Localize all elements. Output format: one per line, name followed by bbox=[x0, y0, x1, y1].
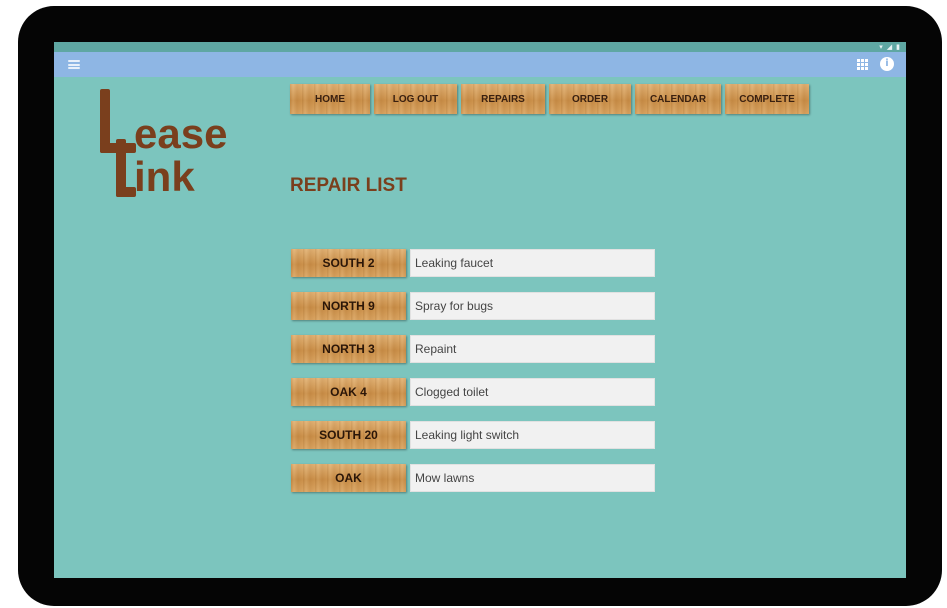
repair-issue-field[interactable]: Leaking faucet bbox=[410, 249, 655, 277]
app-grid-icon[interactable] bbox=[857, 59, 868, 70]
system-status-bar: ▾ ◢ ▮ bbox=[54, 42, 906, 52]
top-navigation: HOME LOG OUT REPAIRS ORDER CALENDAR COMP… bbox=[290, 84, 809, 114]
unit-button[interactable]: SOUTH 20 bbox=[291, 421, 406, 449]
repair-row: SOUTH 20 Leaking light switch bbox=[291, 421, 657, 449]
repair-row: SOUTH 2 Leaking faucet bbox=[291, 249, 657, 277]
nav-repairs-button[interactable]: REPAIRS bbox=[461, 84, 545, 114]
repair-row: OAK 4 Clogged toilet bbox=[291, 378, 657, 406]
unit-button[interactable]: SOUTH 2 bbox=[291, 249, 406, 277]
lease-link-logo: ease ink bbox=[94, 89, 254, 199]
repair-issue-field[interactable]: Clogged toilet bbox=[410, 378, 655, 406]
nav-order-button[interactable]: ORDER bbox=[549, 84, 631, 114]
nav-log-out-button[interactable]: LOG OUT bbox=[374, 84, 457, 114]
unit-button[interactable]: OAK bbox=[291, 464, 406, 492]
repair-row: OAK Mow lawns bbox=[291, 464, 657, 492]
wifi-icon: ▾ bbox=[879, 43, 883, 51]
info-icon[interactable]: i bbox=[880, 57, 894, 71]
repair-list: SOUTH 2 Leaking faucet NORTH 9 Spray for… bbox=[291, 249, 657, 507]
unit-button[interactable]: NORTH 9 bbox=[291, 292, 406, 320]
unit-button[interactable]: OAK 4 bbox=[291, 378, 406, 406]
page-title: REPAIR LIST bbox=[290, 175, 407, 196]
status-icons: ▾ ◢ ▮ bbox=[879, 42, 900, 52]
logo-text-ease: ease bbox=[134, 110, 228, 157]
repair-issue-field[interactable]: Spray for bugs bbox=[410, 292, 655, 320]
battery-icon: ▮ bbox=[896, 43, 900, 51]
nav-home-button[interactable]: HOME bbox=[290, 84, 370, 114]
action-bar: i bbox=[54, 52, 906, 77]
logo-text-ink: ink bbox=[134, 153, 195, 200]
hamburger-menu-icon[interactable] bbox=[68, 60, 80, 69]
nav-calendar-button[interactable]: CALENDAR bbox=[635, 84, 721, 114]
unit-button[interactable]: NORTH 3 bbox=[291, 335, 406, 363]
repair-issue-field[interactable]: Repaint bbox=[410, 335, 655, 363]
signal-icon: ◢ bbox=[886, 43, 893, 51]
repair-row: NORTH 3 Repaint bbox=[291, 335, 657, 363]
repair-issue-field[interactable]: Mow lawns bbox=[410, 464, 655, 492]
repair-row: NORTH 9 Spray for bugs bbox=[291, 292, 657, 320]
nav-complete-button[interactable]: COMPLETE bbox=[725, 84, 809, 114]
repair-issue-field[interactable]: Leaking light switch bbox=[410, 421, 655, 449]
app-screen: ▾ ◢ ▮ i ease ink HOME LOG OUT REPAIRS OR… bbox=[54, 42, 906, 578]
